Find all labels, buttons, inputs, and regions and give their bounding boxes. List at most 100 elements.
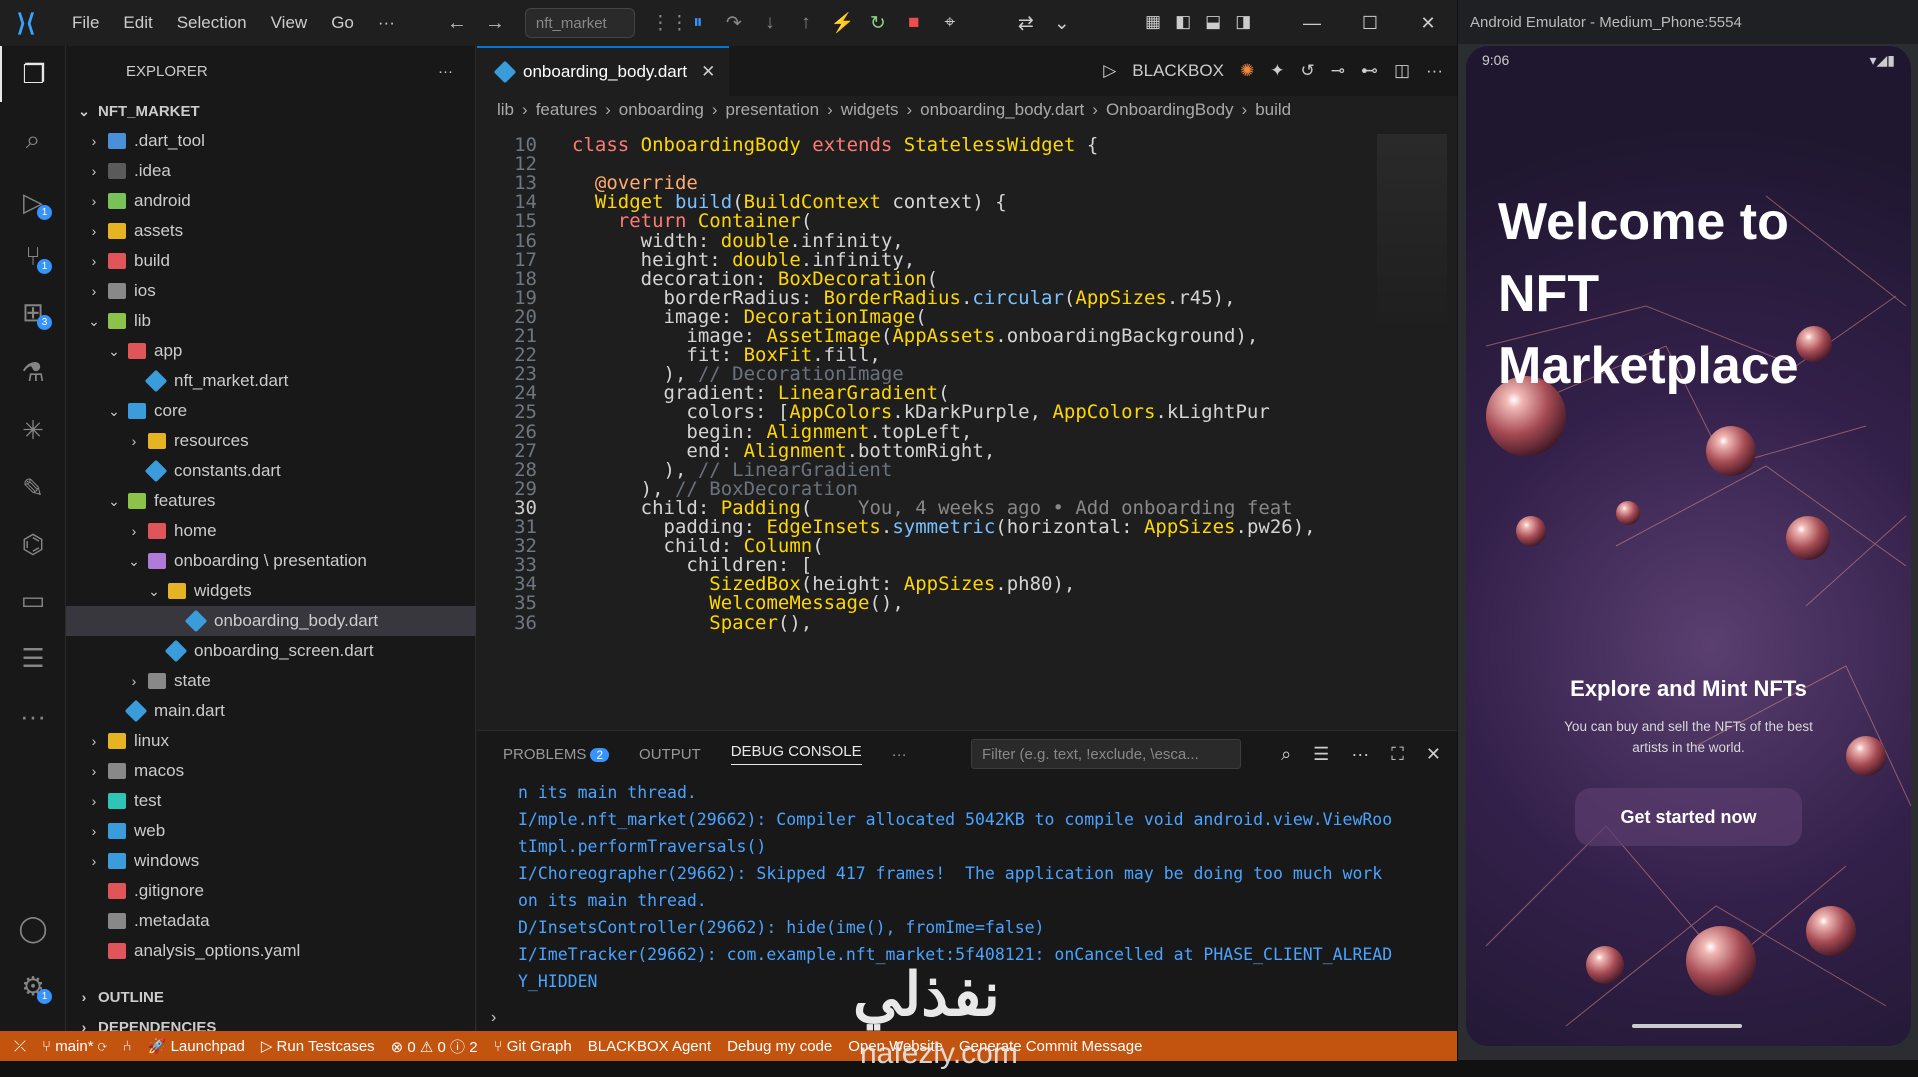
list-icon[interactable]: ☰ <box>0 630 66 686</box>
git-graph-item[interactable]: ⑂ Git Graph <box>494 1038 572 1055</box>
search-icon[interactable]: ⌕ <box>0 112 66 168</box>
tree-item[interactable]: ⌄ features <box>66 486 476 516</box>
tree-item[interactable]: › home <box>66 516 476 546</box>
breadcrumb-item[interactable]: onboarding <box>619 100 704 120</box>
tree-item[interactable]: › macos <box>66 756 476 786</box>
tree-item[interactable]: › windows <box>66 846 476 876</box>
step-into-icon[interactable]: ↓ <box>759 12 781 34</box>
git-prev-icon[interactable]: ⊸ <box>1331 61 1345 81</box>
split-editor-icon[interactable]: ◫ <box>1394 61 1410 81</box>
git-icon[interactable]: ⑃ <box>123 1038 132 1055</box>
tree-item[interactable]: .gitignore <box>66 876 476 906</box>
menu-more[interactable]: ··· <box>366 13 407 33</box>
run-debug-icon[interactable]: ▷ 1 <box>0 174 66 230</box>
minimap[interactable] <box>1377 134 1447 334</box>
tree-item[interactable]: onboarding_body.dart <box>66 606 476 636</box>
close-panel-icon[interactable]: ✕ <box>1426 744 1441 765</box>
run-icon[interactable]: ▷ <box>1103 61 1116 81</box>
tree-item[interactable]: › build <box>66 246 476 276</box>
toggle-sidebar-icon[interactable]: ◧ <box>1175 12 1191 32</box>
tree-item[interactable]: ⌄ widgets <box>66 576 476 606</box>
outline-section[interactable]: › OUTLINE <box>66 982 476 1012</box>
tree-item[interactable]: main.dart <box>66 696 476 726</box>
debug-filter-input[interactable]: Filter (e.g. text, !exclude, \esca... <box>971 739 1241 769</box>
tree-item[interactable]: › resources <box>66 426 476 456</box>
inspect-icon[interactable]: ⌖ <box>939 12 961 34</box>
maximize-icon[interactable]: ☐ <box>1341 13 1399 34</box>
remote-explorer-icon[interactable]: ⌬ <box>0 516 66 572</box>
customize-layout-icon[interactable]: ▦ <box>1145 12 1161 32</box>
breadcrumb-item[interactable]: lib <box>497 100 514 120</box>
toggle-panel-icon[interactable]: ⬓ <box>1205 12 1221 32</box>
tree-item[interactable]: › android <box>66 186 476 216</box>
tree-item[interactable]: ⌄ app <box>66 336 476 366</box>
get-started-button[interactable]: Get started now <box>1575 788 1802 846</box>
tree-item[interactable]: › ios <box>66 276 476 306</box>
run-testcases-item[interactable]: ▷ Run Testcases <box>261 1037 375 1055</box>
tree-item[interactable]: nft_market.dart <box>66 366 476 396</box>
star-icon[interactable]: ✦ <box>1270 61 1284 81</box>
tree-item[interactable]: analysis_options.yaml <box>66 936 476 966</box>
menu-view[interactable]: View <box>259 13 320 33</box>
tree-item[interactable]: .metadata <box>66 906 476 936</box>
breadcrumb-item[interactable]: OnboardingBody <box>1106 100 1234 120</box>
extensions-icon[interactable]: ⊞ 3 <box>0 284 66 340</box>
menu-edit[interactable]: Edit <box>111 13 164 33</box>
tree-item[interactable]: ⌄ core <box>66 396 476 426</box>
step-over-icon[interactable]: ↷ <box>723 12 745 35</box>
edit-icon[interactable]: ✎ <box>0 460 66 516</box>
tab-debug-console[interactable]: DEBUG CONSOLE <box>730 743 862 765</box>
panel-actions-more-icon[interactable]: ··· <box>1351 744 1369 765</box>
tree-item[interactable]: constants.dart <box>66 456 476 486</box>
command-center[interactable]: nft_market <box>524 8 635 38</box>
back-icon[interactable]: ← <box>447 12 467 35</box>
debug-code-item[interactable]: Debug my code <box>727 1038 832 1055</box>
tree-item[interactable]: › linux <box>66 726 476 756</box>
source-control-icon[interactable]: ⑂ 1 <box>0 228 66 284</box>
tab-output[interactable]: OUTPUT <box>639 746 701 763</box>
workspace-root[interactable]: ⌄ NFT_MARKET <box>66 96 476 126</box>
problems-item[interactable]: ⊗ 0 ⚠ 0 ⓘ 2 <box>391 1036 478 1057</box>
explorer-icon[interactable]: ❐ <box>0 46 66 102</box>
branch-item[interactable]: ⑂ main* ⟳ <box>42 1038 107 1055</box>
menu-file[interactable]: File <box>60 13 111 33</box>
chevron-down-icon[interactable]: ⌄ <box>1051 12 1073 35</box>
breadcrumb-item[interactable]: onboarding_body.dart <box>920 100 1084 120</box>
code-line[interactable]: Spacer(), <box>572 612 812 634</box>
code-line[interactable]: class OnboardingBody extends StatelessWi… <box>572 134 1098 156</box>
blackbox-agent-item[interactable]: BLACKBOX Agent <box>588 1038 711 1055</box>
forward-icon[interactable]: → <box>485 12 505 35</box>
accounts-icon[interactable]: ◯ <box>0 900 66 956</box>
breadcrumb-item[interactable]: widgets <box>841 100 899 120</box>
testing-icon[interactable]: ⚗ <box>0 344 66 400</box>
menu-selection[interactable]: Selection <box>165 13 259 33</box>
git-next-icon[interactable]: ⊷ <box>1361 61 1378 81</box>
sparkle-icon[interactable]: ✺ <box>1240 61 1254 81</box>
remote-icon[interactable]: ⤫ <box>14 1038 26 1055</box>
editor-more-icon[interactable]: ··· <box>1426 61 1443 81</box>
drag-handle-icon[interactable]: ⋮⋮ <box>651 12 689 35</box>
tree-item[interactable]: ⌄ onboarding \ presentation <box>66 546 476 576</box>
breadcrumb-item[interactable]: build <box>1255 100 1291 120</box>
hot-reload-icon[interactable]: ⚡ <box>831 11 855 35</box>
tree-item[interactable]: onboarding_screen.dart <box>66 636 476 666</box>
tree-item[interactable]: › web <box>66 816 476 846</box>
blackbox-label[interactable]: BLACKBOX <box>1132 61 1224 81</box>
more-icon[interactable]: ··· <box>0 688 66 744</box>
stop-icon[interactable]: ■ <box>903 12 925 34</box>
tree-item[interactable]: › .dart_tool <box>66 126 476 156</box>
close-tab-icon[interactable]: ✕ <box>701 62 715 82</box>
toggle-secondary-sidebar-icon[interactable]: ◨ <box>1235 12 1251 32</box>
tab-onboarding-body[interactable]: onboarding_body.dart ✕ <box>477 46 730 96</box>
launchpad-item[interactable]: 🚀 Launchpad <box>148 1037 245 1055</box>
preview-icon[interactable]: ▭ <box>0 572 66 628</box>
tree-item[interactable]: ⌄ lib <box>66 306 476 336</box>
more-actions-icon[interactable]: ··· <box>438 63 453 80</box>
tree-item[interactable]: › .idea <box>66 156 476 186</box>
tab-problems[interactable]: PROBLEMS 2 <box>503 746 610 763</box>
breadcrumb-item[interactable]: presentation <box>726 100 820 120</box>
close-icon[interactable]: ✕ <box>1399 13 1457 34</box>
menu-go[interactable]: Go <box>319 13 366 33</box>
home-indicator[interactable] <box>1632 1024 1742 1028</box>
console-prompt-icon[interactable]: › <box>491 1009 496 1027</box>
